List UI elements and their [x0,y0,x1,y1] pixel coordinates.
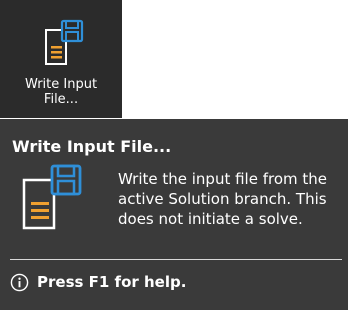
tooltip-description: Write the input file from the active Sol… [118,169,344,229]
write-input-file-label: Write Input File... [0,77,122,107]
write-input-file-icon [45,19,84,65]
ribbon-label-line1: Write Input [24,77,98,92]
ribbon-label-line2: File... [43,92,79,107]
write-input-file-icon [22,164,82,230]
help-text: Press F1 for help. [37,273,187,291]
tooltip-description-line: active Solution branch. This [118,190,327,208]
help-row: Press F1 for help. [10,272,186,292]
write-input-file-button[interactable]: Write Input File... [0,0,122,118]
info-icon [10,273,29,291]
tooltip-description-line: does not initiate a solve. [118,210,303,228]
tooltip-title: Write Input File... [12,137,172,156]
tooltip-description-line: Write the input file from the [118,170,328,188]
tooltip-divider [10,259,342,260]
